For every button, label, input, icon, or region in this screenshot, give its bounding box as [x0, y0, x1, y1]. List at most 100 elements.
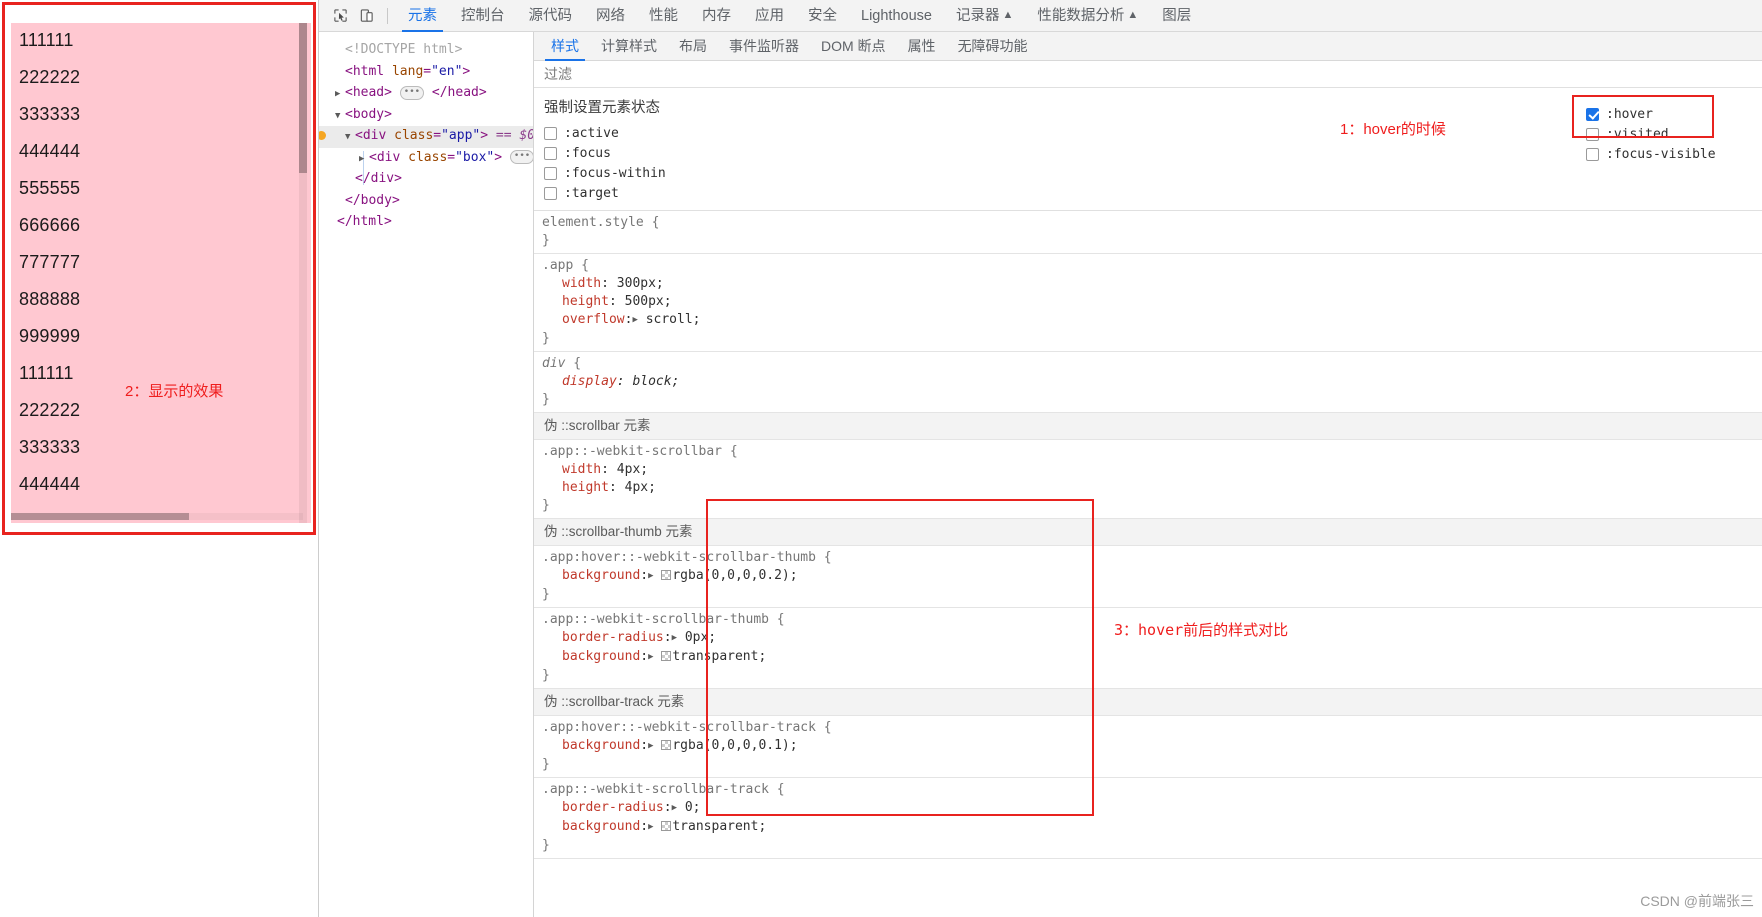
css-selector-line[interactable]: .app::-webkit-scrollbar { — [542, 443, 1762, 461]
css-rule-block[interactable]: .app {width: 300px; height: 500px; overflo… — [534, 254, 1762, 352]
chevron-right-icon[interactable]: ▶ — [335, 85, 345, 105]
chevron-down-icon[interactable]: ▼ — [345, 128, 355, 148]
styles-subtab-3[interactable]: 事件监听器 — [718, 32, 810, 61]
css-rule-block[interactable]: div {display: block;} — [534, 352, 1762, 413]
devtools-tab-11[interactable]: 图层 — [1150, 0, 1203, 32]
force-state-item-focus-within[interactable]: :focus-within — [544, 163, 1384, 183]
devtools-tab-2[interactable]: 源代码 — [517, 0, 585, 32]
styles-subtab-6[interactable]: 无障碍功能 — [947, 32, 1039, 61]
css-property-value[interactable]: 0px; — [685, 630, 716, 645]
css-property-name[interactable]: overflow — [542, 312, 625, 327]
styles-subtab-4[interactable]: DOM 断点 — [810, 32, 897, 61]
styles-filter-bar[interactable]: 过滤 — [534, 61, 1762, 88]
css-selector[interactable]: .app:hover::-webkit-scrollbar-thumb — [542, 550, 816, 565]
css-selector-line[interactable]: .app:hover::-webkit-scrollbar-thumb { — [542, 549, 1762, 567]
dom-line-body-close[interactable]: ▶</body> — [319, 191, 533, 213]
styles-subtab-2[interactable]: 布局 — [668, 32, 718, 61]
expand-triangle-icon[interactable]: ▶ — [648, 567, 653, 585]
force-state-item-hover[interactable]: :hover — [1586, 104, 1716, 124]
css-property-name[interactable]: display — [542, 374, 617, 389]
css-selector[interactable]: .app::-webkit-scrollbar-thumb — [542, 612, 769, 627]
devtools-tab-9[interactable]: 记录器 ▲ — [944, 0, 1025, 32]
devtools-tab-10[interactable]: 性能数据分析 ▲ — [1025, 0, 1150, 32]
css-selector[interactable]: .app — [542, 258, 573, 273]
devtools-tab-0[interactable]: 元素 — [396, 0, 449, 32]
css-selector-line[interactable]: element.style { — [542, 214, 1762, 232]
css-declaration[interactable]: display: block; — [542, 373, 1762, 391]
css-property-value[interactable]: 4px; — [625, 480, 656, 495]
css-rule-block[interactable]: element.style {} — [534, 211, 1762, 254]
checkbox-icon[interactable] — [544, 166, 557, 180]
css-rule-block[interactable]: .app::-webkit-scrollbar {width: 4px; heig… — [534, 440, 1762, 519]
css-property-name[interactable]: width — [542, 462, 601, 477]
devtools-tab-5[interactable]: 内存 — [690, 0, 743, 32]
dom-line-html[interactable]: ▶<html lang="en"> — [319, 62, 533, 84]
css-declaration[interactable]: width: 4px; — [542, 461, 1762, 479]
css-property-value[interactable]: rgba(0,0,0,0.1); — [672, 738, 797, 753]
css-property-name[interactable]: border-radius — [542, 800, 664, 815]
css-declaration[interactable]: height: 4px; — [542, 479, 1762, 497]
preview-vertical-scrollbar-thumb[interactable] — [299, 23, 307, 173]
force-state-item-active[interactable]: :active — [544, 123, 1384, 143]
css-property-name[interactable]: width — [542, 276, 601, 291]
dom-line-html-close[interactable]: ▶</html> — [319, 212, 533, 234]
css-selector-line[interactable]: .app::-webkit-scrollbar-track { — [542, 781, 1762, 799]
collapsed-content-icon[interactable]: ••• — [509, 150, 533, 164]
dom-line-body[interactable]: ▼ <body> — [319, 105, 533, 127]
dom-line-div-box[interactable]: ▶<div class="box"> ••• </d — [319, 148, 533, 170]
css-declaration[interactable]: overflow: ▶ scroll; — [542, 311, 1762, 330]
devtools-tab-1[interactable]: 控制台 — [449, 0, 517, 32]
force-state-item-visited[interactable]: :visited — [1586, 124, 1716, 144]
checkbox-icon[interactable] — [1586, 127, 1599, 141]
css-rule-block[interactable]: .app::-webkit-scrollbar-track {border-ra… — [534, 778, 1762, 859]
css-declaration[interactable]: background: ▶ rgba(0,0,0,0.2); — [542, 567, 1762, 586]
css-declaration[interactable]: height: 500px; — [542, 293, 1762, 311]
checkbox-icon[interactable] — [1586, 147, 1599, 161]
css-selector-line[interactable]: .app:hover::-webkit-scrollbar-track { — [542, 719, 1762, 737]
css-rule-block[interactable]: .app:hover::-webkit-scrollbar-thumb {bac… — [534, 546, 1762, 608]
css-rule-block[interactable]: .app:hover::-webkit-scrollbar-track {bac… — [534, 716, 1762, 778]
color-swatch-icon[interactable] — [661, 740, 672, 750]
css-property-value[interactable]: 4px; — [617, 462, 648, 477]
device-toggle-icon[interactable] — [353, 4, 379, 28]
devtools-tab-6[interactable]: 应用 — [743, 0, 796, 32]
checkbox-icon[interactable] — [544, 146, 557, 160]
css-property-value[interactable]: transparent; — [672, 819, 766, 834]
css-selector[interactable]: element.style — [542, 215, 644, 230]
css-declaration[interactable]: background: ▶ transparent; — [542, 648, 1762, 667]
css-selector-line[interactable]: .app { — [542, 257, 1762, 275]
expand-triangle-icon[interactable]: ▶ — [672, 629, 677, 647]
css-property-name[interactable]: background — [542, 568, 640, 583]
css-property-name[interactable]: height — [542, 294, 609, 309]
dom-line-div-close[interactable]: ▶</div> — [319, 169, 533, 191]
devtools-tab-8[interactable]: Lighthouse — [849, 0, 944, 32]
css-property-name[interactable]: background — [542, 649, 640, 664]
devtools-tab-3[interactable]: 网络 — [584, 0, 637, 32]
dom-line-div-app[interactable]: ▼ <div class="app"> == $0 — [319, 126, 533, 148]
checkbox-checked-icon[interactable] — [1586, 107, 1599, 121]
chevron-right-icon[interactable]: ▶ — [359, 150, 369, 170]
css-declaration[interactable]: background: ▶ transparent; — [542, 818, 1762, 837]
css-property-name[interactable]: border-radius — [542, 630, 664, 645]
force-state-item-focus-visible[interactable]: :focus-visible — [1586, 144, 1716, 164]
inspect-cursor-icon[interactable] — [327, 4, 353, 28]
css-property-value[interactable]: transparent; — [672, 649, 766, 664]
checkbox-icon[interactable] — [544, 186, 557, 200]
collapsed-content-icon[interactable]: ••• — [399, 85, 425, 100]
css-rules-list[interactable]: element.style {} .app {width: 300px; heigh… — [534, 211, 1762, 917]
css-property-name[interactable]: background — [542, 819, 640, 834]
chevron-down-icon[interactable]: ▼ — [335, 107, 345, 127]
expand-triangle-icon[interactable]: ▶ — [648, 737, 653, 755]
dom-line-head[interactable]: ▶ <head> ••• </head> — [319, 83, 533, 105]
color-swatch-icon[interactable] — [661, 570, 672, 580]
preview-horizontal-scrollbar-thumb[interactable] — [11, 513, 189, 520]
css-selector[interactable]: div — [542, 356, 565, 371]
styles-subtab-5[interactable]: 属性 — [897, 32, 947, 61]
css-property-value[interactable]: rgba(0,0,0,0.2); — [672, 568, 797, 583]
styles-subtab-1[interactable]: 计算样式 — [590, 32, 668, 61]
color-swatch-icon[interactable] — [661, 821, 672, 831]
css-declaration[interactable]: width: 300px; — [542, 275, 1762, 293]
css-selector[interactable]: .app:hover::-webkit-scrollbar-track — [542, 720, 816, 735]
css-declaration[interactable]: background: ▶ rgba(0,0,0,0.1); — [542, 737, 1762, 756]
breakpoint-dot-icon[interactable] — [319, 131, 326, 140]
